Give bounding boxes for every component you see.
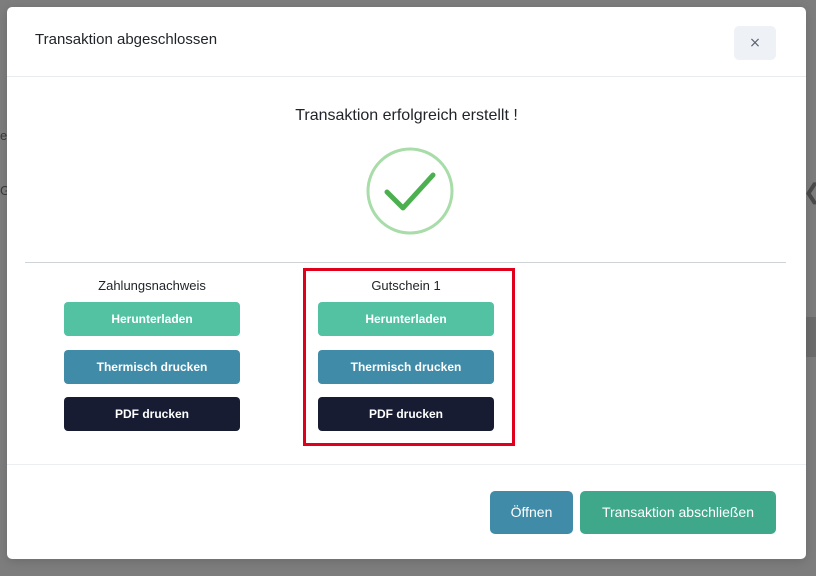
finish-transaction-button[interactable]: Transaktion abschließen [580, 491, 776, 534]
payment-proof-thermal-print-button[interactable]: Thermisch drucken [64, 350, 240, 384]
modal-title: Transaktion abgeschlossen [35, 31, 218, 48]
transaction-complete-modal: Transaktion abgeschlossen × Transaktion … [7, 7, 806, 559]
background-panel-edge [806, 317, 816, 357]
payment-proof-label: Zahlungsnachweis [98, 278, 206, 293]
payment-proof-download-button[interactable]: Herunterladen [64, 302, 240, 336]
open-button[interactable]: Öffnen [490, 491, 573, 534]
success-message: Transaktion erfolgreich erstellt ! [295, 107, 518, 124]
checkmark-circle-icon [365, 146, 455, 236]
footer-divider [7, 464, 806, 465]
voucher-highlight-box [303, 268, 515, 446]
payment-proof-pdf-print-button[interactable]: PDF drucken [64, 397, 240, 431]
close-button[interactable]: × [734, 26, 776, 60]
section-divider [25, 262, 786, 263]
modal-header: Transaktion abgeschlossen × [7, 7, 806, 77]
